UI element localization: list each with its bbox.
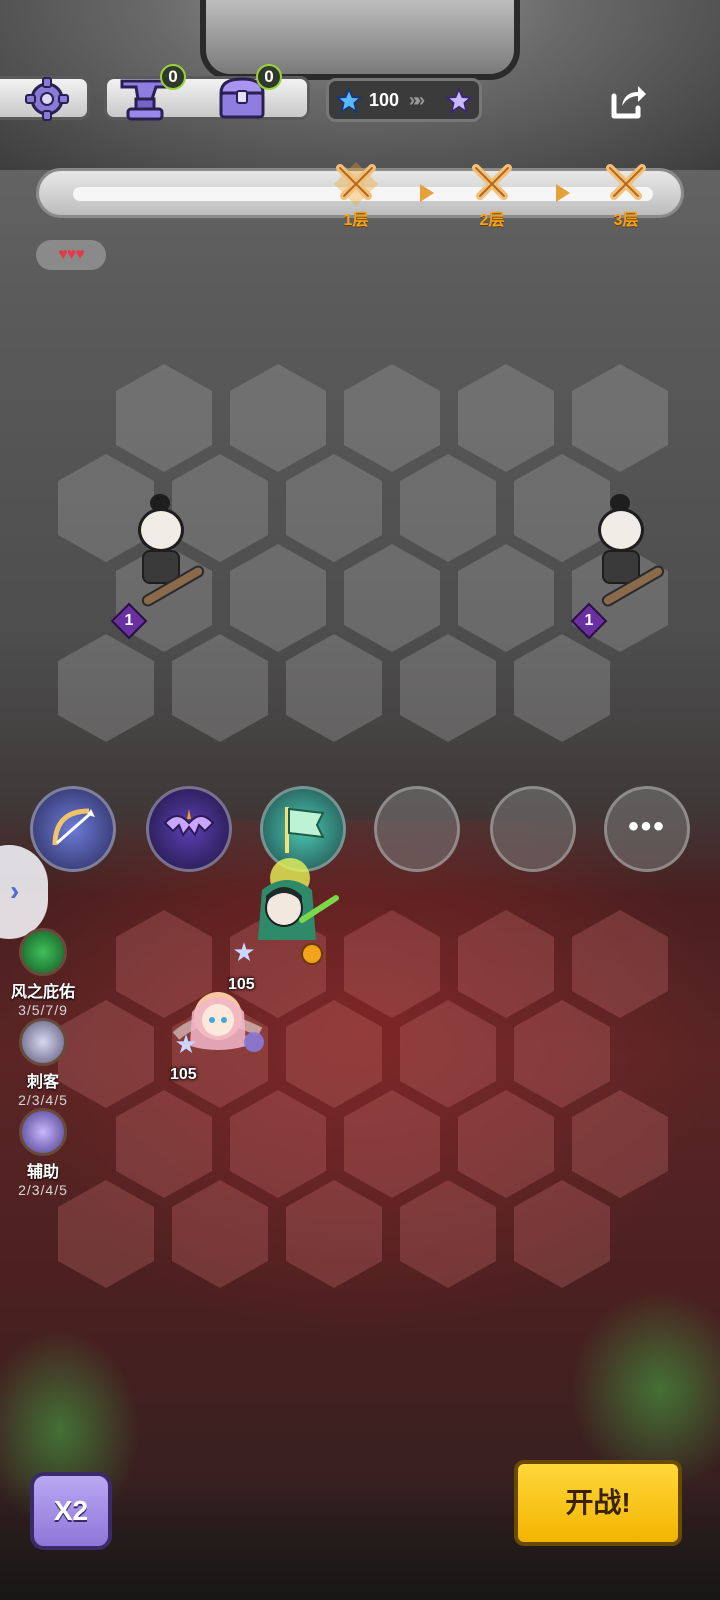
chevrons-right-icon: »» bbox=[409, 90, 425, 110]
crossed-swords-icon bbox=[326, 162, 386, 206]
enemy-head bbox=[598, 508, 644, 552]
stage-3: 3层 bbox=[596, 162, 656, 230]
hex-cell[interactable] bbox=[116, 364, 212, 472]
hex-cell[interactable] bbox=[58, 634, 154, 742]
stage-label: 1层 bbox=[343, 212, 369, 229]
hex-cell[interactable] bbox=[514, 634, 610, 742]
enemy-level: 1 bbox=[124, 612, 134, 629]
more-dots-icon: ••• bbox=[628, 810, 666, 843]
synergy-steps: 2/3/4/5 bbox=[18, 1182, 68, 1198]
synergy-support[interactable]: 辅助 2/3/4/5 bbox=[0, 1108, 86, 1198]
empty-skill-slot[interactable] bbox=[490, 786, 576, 872]
hex-cell[interactable] bbox=[344, 544, 440, 652]
hex-cell[interactable] bbox=[286, 454, 382, 562]
arrow-right-icon bbox=[420, 184, 434, 202]
hex-cell[interactable] bbox=[572, 364, 668, 472]
star-count: 100 bbox=[369, 90, 400, 110]
star-currency-pill: 100 »» bbox=[326, 78, 482, 122]
chevron-right-icon: › bbox=[10, 875, 20, 906]
hex-cell[interactable] bbox=[458, 544, 554, 652]
enemy-level: 1 bbox=[584, 612, 594, 629]
stone-gate-decoration bbox=[200, 0, 520, 80]
stage-1: 1层 bbox=[326, 162, 386, 230]
hex-cell[interactable] bbox=[400, 634, 496, 742]
speed-x2-button[interactable]: X2 bbox=[30, 1472, 112, 1550]
synergy-assassin[interactable]: 刺客 2/3/4/5 bbox=[0, 1018, 86, 1108]
bow-arrow-icon bbox=[45, 801, 101, 857]
bat-skill-slot[interactable] bbox=[146, 786, 232, 872]
synergy-name: 辅助 bbox=[26, 1164, 59, 1181]
hex-cell[interactable] bbox=[286, 634, 382, 742]
hex-cell[interactable] bbox=[230, 544, 326, 652]
hex-cell[interactable] bbox=[230, 364, 326, 472]
hex-cell[interactable] bbox=[400, 454, 496, 562]
stage-label: 3层 bbox=[613, 212, 639, 229]
enemy-unit[interactable] bbox=[120, 494, 207, 614]
wind-blessing-icon bbox=[19, 928, 67, 976]
hex-cell[interactable] bbox=[458, 364, 554, 472]
arrow-right-icon bbox=[556, 184, 570, 202]
unit-level: 105 bbox=[170, 1066, 197, 1083]
blue-star-icon bbox=[334, 86, 364, 115]
star-rank-icon: ★ bbox=[232, 937, 256, 967]
bat-wing-icon bbox=[161, 803, 217, 855]
crossed-swords-icon bbox=[596, 162, 656, 206]
synergy-name: 刺客 bbox=[26, 1074, 59, 1091]
stage-2: 2层 bbox=[462, 162, 522, 230]
flag-banner-icon bbox=[277, 801, 331, 857]
settings-pill[interactable] bbox=[0, 75, 90, 123]
start-battle-button[interactable]: 开战! bbox=[514, 1460, 682, 1546]
anvil-count-badge: 0 bbox=[160, 64, 186, 90]
star-rank-icon: ★ bbox=[174, 1029, 198, 1059]
lives-hearts: ♥♥♥ bbox=[36, 240, 106, 270]
share-icon[interactable] bbox=[606, 80, 650, 124]
support-drop-icon bbox=[19, 1108, 67, 1156]
enemy-head bbox=[138, 508, 184, 552]
empty-skill-slot[interactable] bbox=[374, 786, 460, 872]
enemy-unit[interactable] bbox=[580, 494, 667, 614]
synergy-wind-blessing[interactable]: 风之庇佑 3/5/7/9 bbox=[0, 928, 86, 1018]
assassin-hood-icon bbox=[19, 1018, 67, 1066]
game-scene: 0 0 100 »» 1层 2层 3层 ♥♥♥ 1 1 ••• › 风之庇佑 3… bbox=[0, 0, 720, 1600]
bow-skill-slot[interactable] bbox=[30, 786, 116, 872]
hex-cell[interactable] bbox=[172, 634, 268, 742]
chest-count-badge: 0 bbox=[256, 64, 282, 90]
gear-icon[interactable] bbox=[23, 75, 71, 123]
stage-label: 2层 bbox=[479, 212, 505, 229]
more-options-button[interactable]: ••• bbox=[604, 786, 690, 872]
crossed-swords-icon bbox=[462, 162, 522, 206]
hex-cell[interactable] bbox=[344, 364, 440, 472]
rainbow-star-icon bbox=[444, 86, 474, 115]
synergy-steps: 2/3/4/5 bbox=[18, 1092, 68, 1108]
synergy-name: 风之庇佑 bbox=[10, 984, 75, 1001]
synergy-steps: 3/5/7/9 bbox=[18, 1002, 68, 1018]
